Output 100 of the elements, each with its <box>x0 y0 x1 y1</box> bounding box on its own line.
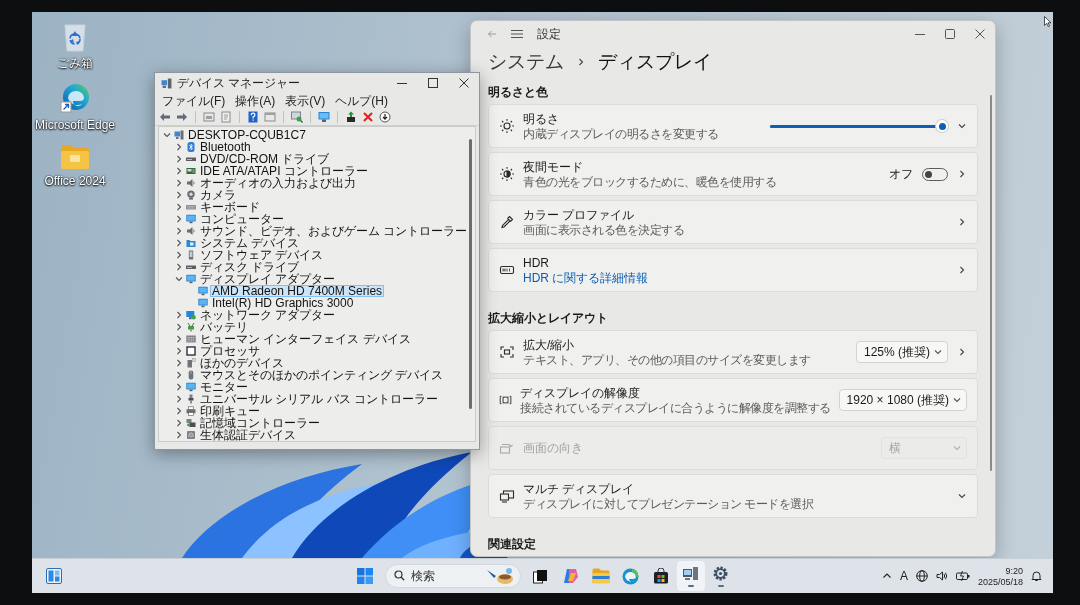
dropdown[interactable]: 125% (推奨) <box>855 341 948 363</box>
setting-card[interactable]: マルチ ディスプレイ ディスプレイに対してプレゼンテーション モードを選択 <box>488 474 978 518</box>
clock-date[interactable]: 2025/05/18 <box>977 576 1023 587</box>
globe-icon[interactable] <box>915 570 928 582</box>
menu-item[interactable]: ヘルプ(H) <box>332 93 391 108</box>
clock-time[interactable]: 9:20 <box>1005 565 1023 576</box>
scrollbar[interactable] <box>469 139 472 409</box>
recycle-bin-icon[interactable] <box>61 22 89 52</box>
tree-item[interactable]: オーディオの入力および出力 <box>198 177 358 189</box>
menu-item[interactable]: 操作(A) <box>232 93 279 108</box>
tree-item[interactable]: 記憶域コントローラー <box>198 417 322 429</box>
chevron-right-icon[interactable] <box>174 358 184 368</box>
input-method-indicator[interactable]: A <box>899 569 908 583</box>
chevron-right-icon[interactable] <box>174 226 184 236</box>
setting-card[interactable]: 夜間モード 青色の光をブロックするために、暖色を使用する オフ <box>488 152 978 196</box>
chevron-right-icon[interactable] <box>174 166 184 176</box>
tree-item[interactable]: マウスとそのほかのポインティング デバイス <box>198 369 446 381</box>
chevron-down-icon[interactable] <box>162 130 172 140</box>
sun-icon <box>499 118 515 134</box>
maximize-icon[interactable] <box>427 78 438 88</box>
tree-item[interactable]: カメラ <box>198 189 238 201</box>
tree-item[interactable]: ほかのデバイス <box>198 357 286 369</box>
tree-item[interactable]: システム デバイス <box>198 237 302 249</box>
chip-arrow-icon[interactable] <box>345 110 357 123</box>
browser-icon[interactable] <box>59 82 91 114</box>
setting-card[interactable]: ディスプレイの解像度 接続されているディスプレイに合うように解像度を調整する 1920 × 1080 (推奨) <box>488 378 978 422</box>
tree-item[interactable]: ユニバーサル シリアル バス コントローラー <box>198 393 440 405</box>
help-icon[interactable] <box>247 110 259 123</box>
monitor-magnifier-icon[interactable] <box>291 110 303 123</box>
chevron-right-icon[interactable] <box>174 190 184 200</box>
slider-thumb[interactable] <box>936 120 948 132</box>
tree-item[interactable]: Intel(R) HD Graphics 3000 <box>210 297 356 309</box>
tree-item[interactable]: ネットワーク アダプター <box>198 309 338 321</box>
chevron-right-icon[interactable] <box>174 346 184 356</box>
details-link[interactable]: HDR に関する詳細情報 <box>523 270 649 285</box>
tree-item[interactable]: コンピューター <box>198 213 286 225</box>
chevron-right-icon[interactable] <box>174 394 184 404</box>
chevron-right-icon[interactable] <box>174 406 184 416</box>
menu-item[interactable]: 表示(V) <box>282 93 329 108</box>
setting-title: 拡大/縮小 <box>523 337 576 352</box>
maximize-icon[interactable] <box>945 29 955 39</box>
tree-item[interactable]: バッテリ <box>198 321 250 333</box>
properties-window-icon[interactable] <box>203 110 215 123</box>
chevron-down-icon <box>933 347 943 357</box>
battery-icon[interactable] <box>955 570 970 582</box>
close-icon[interactable] <box>458 78 469 88</box>
chevron-right-icon[interactable] <box>174 310 184 320</box>
tree-item[interactable]: ソフトウェア デバイス <box>198 249 326 261</box>
setting-card[interactable]: 明るさ 内蔵ディスプレイの明るさを変更する <box>488 104 978 148</box>
chevron-right-icon[interactable] <box>174 178 184 188</box>
chevron-down-icon[interactable] <box>174 274 184 284</box>
tree-item[interactable]: IDE ATA/ATAPI コントローラー <box>198 165 370 177</box>
tree-item[interactable]: モニター <box>198 381 250 393</box>
tree-item[interactable]: ヒューマン インターフェイス デバイス <box>198 333 413 345</box>
setting-card[interactable]: HDR HDR に関する詳細情報 <box>488 248 978 292</box>
window-icon[interactable] <box>264 110 276 123</box>
tree-item[interactable]: DVD/CD-ROM ドライブ <box>198 153 332 165</box>
forward-arrow-icon[interactable] <box>176 110 188 123</box>
tree-item[interactable]: ディスプレイ アダプター <box>198 273 338 285</box>
widgets-icon[interactable] <box>46 568 62 584</box>
scrollbar[interactable] <box>990 95 992 471</box>
chevron-right-icon[interactable] <box>174 322 184 332</box>
tree-item[interactable]: DESKTOP-CQUB1C7 <box>186 129 308 141</box>
mouse-icon <box>186 370 196 380</box>
monitor-icon[interactable] <box>318 110 330 123</box>
chevron-right-icon <box>957 169 967 179</box>
tree-item[interactable]: 生体認証デバイス <box>198 429 298 441</box>
dropdown[interactable]: 1920 × 1080 (推奨) <box>838 389 967 411</box>
chevron-right-icon[interactable] <box>174 238 184 248</box>
tree-item[interactable]: Bluetooth <box>198 141 253 153</box>
tree-item[interactable]: サウンド、ビデオ、およびゲーム コントローラー <box>198 225 470 237</box>
tree-item[interactable]: ディスク ドライブ <box>198 261 302 273</box>
chevron-right-icon[interactable] <box>174 418 184 428</box>
close-icon[interactable] <box>975 29 985 39</box>
menu-icon[interactable] <box>511 29 523 39</box>
chevron-right-icon[interactable] <box>174 334 184 344</box>
menu-item[interactable]: ファイル(F) <box>159 93 229 108</box>
breadcrumb-link[interactable]: システム <box>488 48 564 75</box>
chevron-right-icon[interactable] <box>174 382 184 392</box>
tree-item[interactable]: 印刷キュー <box>198 405 262 417</box>
setting-card[interactable]: 拡大/縮小 テキスト、アプリ、その他の項目のサイズを変更します 125% (推奨) <box>488 330 978 374</box>
chevron-right-icon[interactable] <box>174 370 184 380</box>
setting-card[interactable]: カラー プロファイル 画面に表示される色を決定する <box>488 200 978 244</box>
chevron-right-icon[interactable] <box>174 154 184 164</box>
chevron-right-icon[interactable] <box>174 262 184 272</box>
tree-item[interactable]: AMD Radeon HD 7400M Series <box>210 285 385 297</box>
taskbar-button[interactable] <box>676 561 705 591</box>
search-field[interactable]: 検索 <box>384 564 521 588</box>
delete-icon[interactable] <box>362 110 374 123</box>
tree-item[interactable]: キーボード <box>198 201 262 213</box>
chevron-right-icon[interactable] <box>174 214 184 224</box>
chevron-right-icon[interactable] <box>174 250 184 260</box>
chevron-right-icon[interactable] <box>174 142 184 152</box>
download-icon[interactable] <box>379 110 391 123</box>
notification-bell-icon[interactable] <box>1031 570 1042 582</box>
monitor-icon <box>186 382 196 392</box>
chevron-right-icon[interactable] <box>174 202 184 212</box>
chevron-right-icon[interactable] <box>174 430 184 440</box>
volume-icon[interactable] <box>935 570 948 582</box>
tree-item[interactable]: プロセッサ <box>198 345 262 357</box>
